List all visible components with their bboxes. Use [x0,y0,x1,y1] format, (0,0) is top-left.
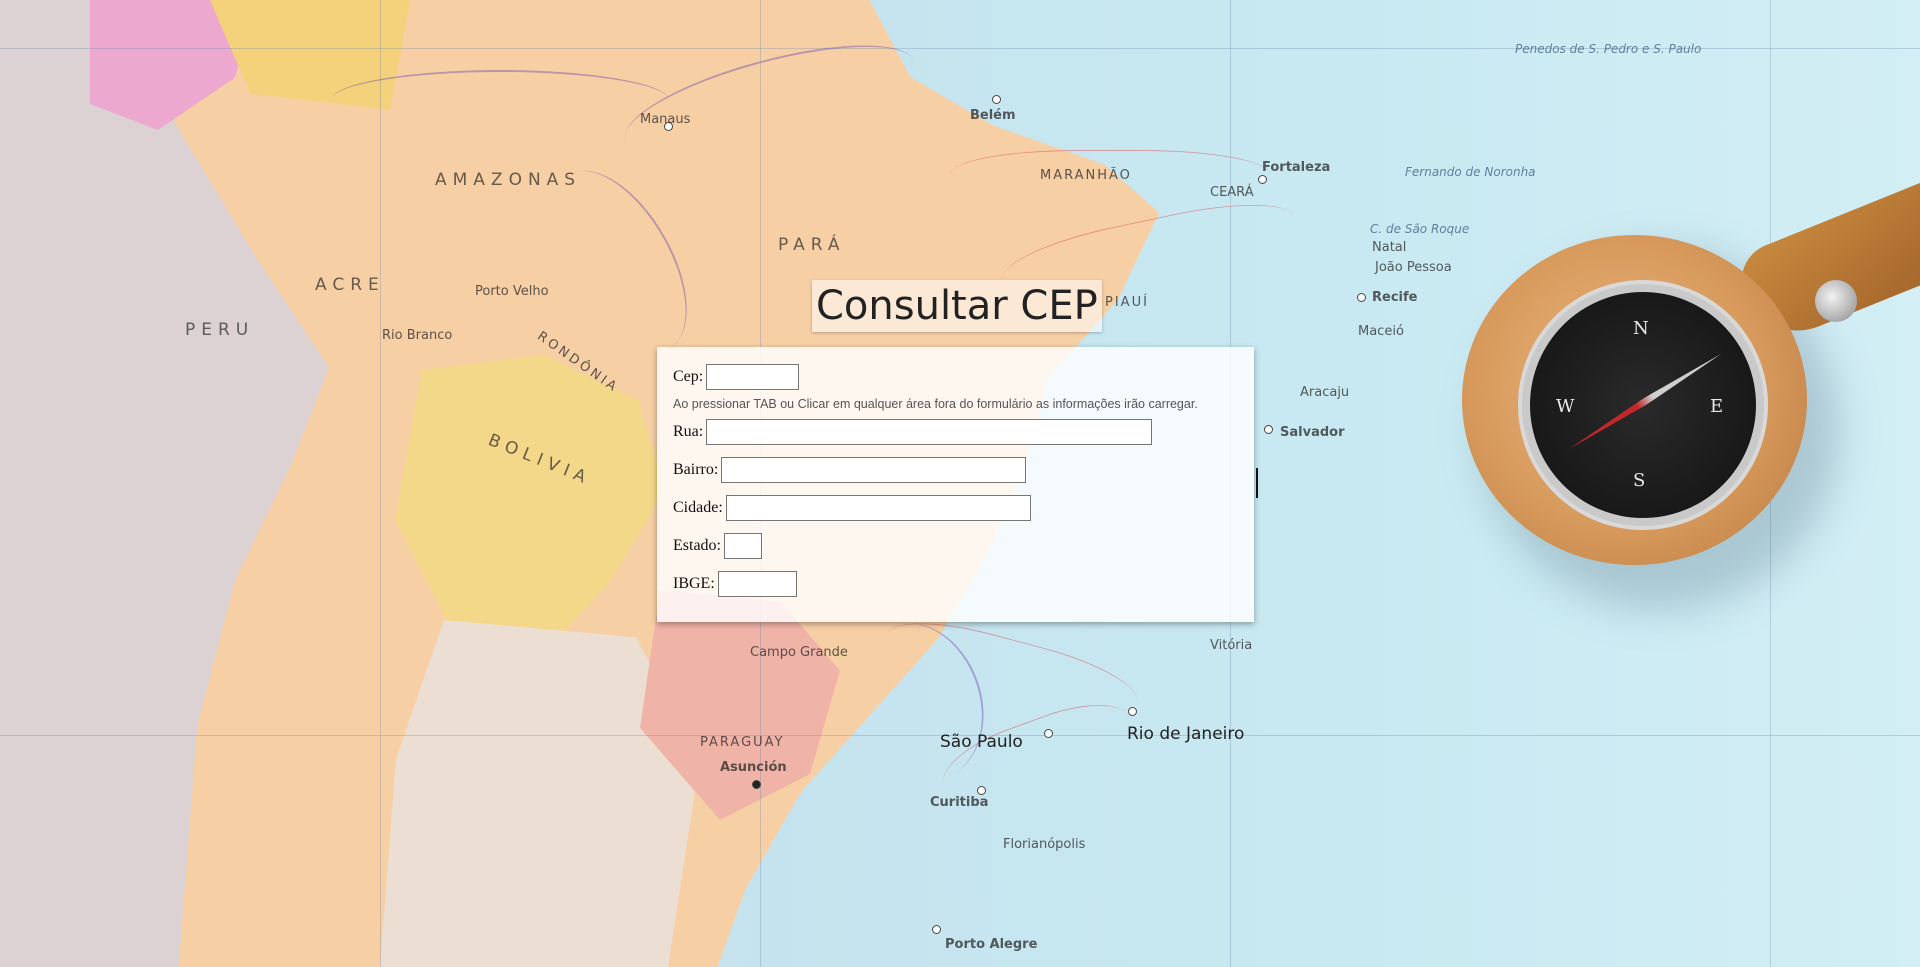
map-city-dot [752,780,761,789]
estado-input[interactable] [724,533,762,559]
map-label: CEARÁ [1210,185,1254,200]
map-label: Porto Velho [475,284,549,299]
map-label: C. de São Roque [1370,222,1470,236]
ibge-input[interactable] [717,571,797,597]
map-city-dot [992,95,1001,104]
form-hint: Ao pressionar TAB ou Clicar em qualquer … [673,397,1198,411]
rua-input[interactable] [706,419,1153,445]
page-title: Consultar CEP [812,280,1102,332]
map-label: Rio de Janeiro [1127,724,1245,744]
map-label: Porto Alegre [945,937,1038,952]
map-label: Manaus [640,112,691,127]
cidade-input[interactable] [725,495,1031,521]
map-label: Asunción [720,760,787,775]
map-label: Salvador [1280,425,1345,440]
map-river [330,70,670,132]
map-label: PARÁ [778,235,846,255]
ibge-label: IBGE: [673,575,715,592]
map-label: São Paulo [940,732,1023,752]
map-label: João Pessoa [1375,260,1452,275]
cep-form: Cep: Ao pressionar TAB ou Clicar em qual… [657,347,1254,622]
cep-label: Cep: [673,368,704,385]
map-label: Campo Grande [750,645,848,660]
bairro-row: Bairro: [673,454,1238,486]
map-label: Florianópolis [1003,837,1086,852]
map-city-dot [1258,175,1267,184]
map-city-dot [1357,293,1366,302]
estado-label: Estado: [673,537,721,554]
map-label: Vitória [1210,638,1253,653]
map-label: Maceió [1358,324,1404,339]
map-label: ACRE [315,275,385,295]
map-label: PARAGUAY [700,735,785,750]
map-label: PERU [185,320,255,340]
map-label: Curitiba [930,795,989,810]
map-label: Fortaleza [1262,160,1331,175]
text-cursor [1256,468,1258,498]
map-city-dot [1128,707,1137,716]
map-label: PIAUÍ [1105,295,1149,310]
map-label: Natal [1372,240,1407,255]
map-label: MARANHÃO [1040,168,1132,183]
bairro-label: Bairro: [673,461,719,478]
cep-row: Cep: [673,361,1238,393]
map-label: AMAZONAS [435,170,582,190]
cep-input[interactable] [706,364,800,390]
ibge-row: IBGE: [673,568,1238,600]
map-label: Belém [970,108,1016,123]
map-label: Fernando de Noronha [1405,165,1536,179]
compass-letter: S [1633,470,1646,491]
cidade-label: Cidade: [673,499,723,516]
bairro-input[interactable] [721,457,1027,483]
map-city-dot [932,925,941,934]
rua-row: Rua: [673,416,1238,448]
map-city-dot [977,786,986,795]
compass-letter: E [1710,396,1724,417]
map-label: Recife [1372,290,1418,305]
map-city-dot [1264,425,1273,434]
map-label: Aracaju [1300,385,1350,400]
map-grid-line [380,0,381,967]
estado-row: Estado: [673,530,1238,562]
rua-label: Rua: [673,423,704,440]
map-city-dot [1044,729,1053,738]
compass-letter: N [1633,318,1649,339]
map-label: Rio Branco [382,328,453,343]
map-label: Penedos de S. Pedro e S. Paulo [1515,42,1702,56]
compass-rivet [1815,280,1857,322]
cidade-row: Cidade: [673,492,1238,524]
compass-letter: W [1556,396,1575,417]
